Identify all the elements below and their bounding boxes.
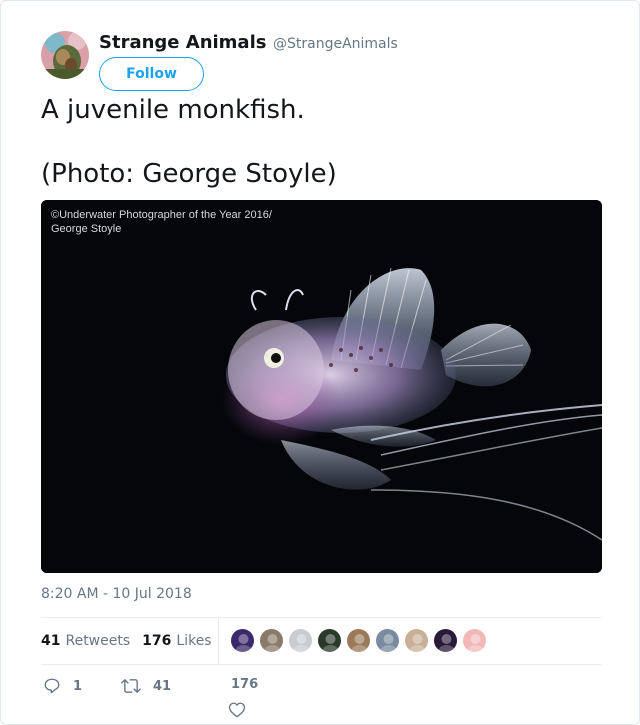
tweet-stats: 41 Retweets 176 Likes bbox=[41, 629, 224, 653]
tweet-timestamp[interactable]: 8:20 AM - 10 Jul 2018 bbox=[41, 586, 192, 602]
liker-avatar[interactable] bbox=[462, 628, 487, 653]
tweet-text-line: (Photo: George Stoyle) bbox=[41, 159, 337, 189]
watermark-line: ©Underwater Photographer of the Year 201… bbox=[51, 209, 272, 221]
photo-watermark: ©Underwater Photographer of the Year 201… bbox=[51, 208, 272, 236]
tweet-actions: 1 41 176 bbox=[41, 677, 601, 697]
tweet-card: Strange Animals @StrangeAnimals Follow A… bbox=[0, 0, 640, 725]
avatar[interactable] bbox=[41, 31, 89, 79]
liker-avatar[interactable] bbox=[433, 628, 458, 653]
reply-icon bbox=[44, 678, 60, 694]
tweet-photo[interactable]: ©Underwater Photographer of the Year 201… bbox=[41, 200, 602, 573]
reply-count: 1 bbox=[73, 678, 83, 694]
avatar-image bbox=[41, 31, 89, 79]
user-handle[interactable]: @StrangeAnimals bbox=[273, 36, 398, 52]
heart-icon bbox=[228, 702, 246, 718]
retweet-button[interactable]: 41 bbox=[121, 677, 171, 695]
monkfish-photo bbox=[41, 200, 602, 573]
retweet-icon bbox=[121, 679, 141, 693]
liker-avatar[interactable] bbox=[346, 628, 371, 653]
retweets-stat[interactable]: 41 Retweets bbox=[41, 633, 130, 649]
likes-stat[interactable]: 176 Likes bbox=[142, 633, 211, 649]
liker-avatar[interactable] bbox=[375, 628, 400, 653]
likes-label: Likes bbox=[176, 633, 212, 649]
follow-button[interactable]: Follow bbox=[99, 57, 204, 91]
liker-avatar[interactable] bbox=[259, 628, 284, 653]
liker-avatars bbox=[230, 628, 491, 653]
liker-avatar[interactable] bbox=[317, 628, 342, 653]
like-count-display: 176 bbox=[231, 677, 258, 692]
liker-avatar[interactable] bbox=[404, 628, 429, 653]
retweets-label: Retweets bbox=[65, 633, 131, 649]
stats-separator bbox=[218, 617, 219, 665]
reply-button[interactable]: 1 bbox=[43, 677, 82, 695]
retweets-count: 41 bbox=[41, 633, 61, 649]
tweet-text: A juvenile monkfish. (Photo: George Stoy… bbox=[41, 94, 601, 190]
likes-count: 176 bbox=[142, 633, 172, 649]
like-button[interactable] bbox=[228, 701, 246, 723]
like-count: 176 bbox=[231, 677, 259, 692]
tweet-text-line: A juvenile monkfish. bbox=[41, 95, 305, 125]
liker-avatar[interactable] bbox=[288, 628, 313, 653]
retweet-count: 41 bbox=[153, 678, 172, 694]
watermark-line: George Stoyle bbox=[51, 223, 122, 235]
user-display-name[interactable]: Strange Animals bbox=[99, 32, 266, 53]
liker-avatar[interactable] bbox=[230, 628, 255, 653]
divider bbox=[41, 664, 601, 665]
divider bbox=[41, 617, 601, 618]
